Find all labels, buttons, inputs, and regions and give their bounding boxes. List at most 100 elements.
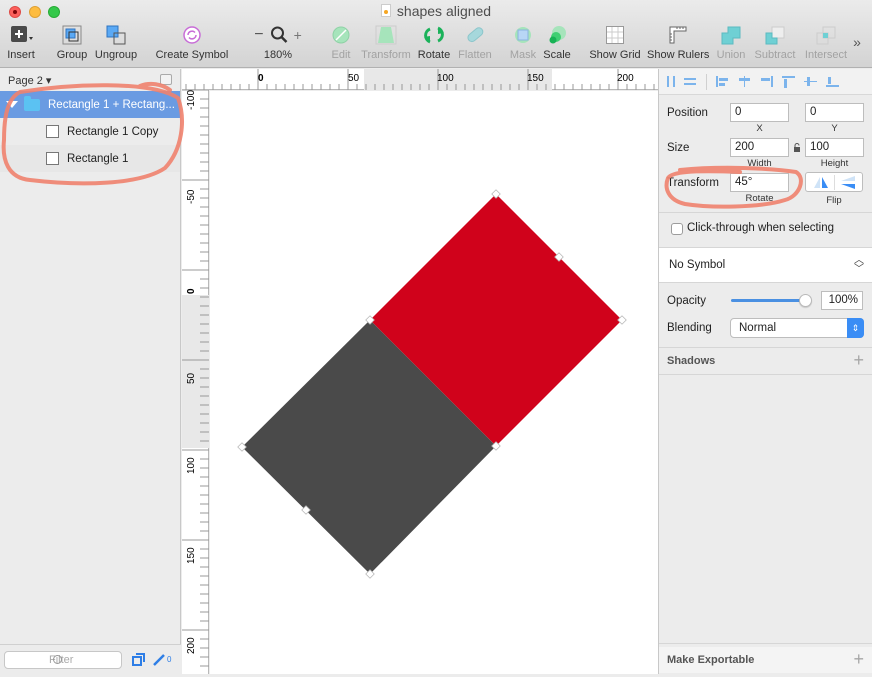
insert-button[interactable]: Insert xyxy=(6,24,36,64)
make-exportable-section[interactable]: Make Exportable + xyxy=(659,647,872,673)
flip-control xyxy=(805,172,863,192)
union-button[interactable]: Union xyxy=(716,24,746,64)
search-icon xyxy=(53,655,62,664)
width-field[interactable]: 200 xyxy=(730,138,789,157)
rotate-label: Rotate xyxy=(745,193,774,204)
disclosure-triangle-icon[interactable] xyxy=(6,101,18,108)
zoom-out-button[interactable]: − xyxy=(254,26,263,44)
ruler-label: 100 xyxy=(186,457,197,474)
resize-handle[interactable] xyxy=(237,442,247,452)
rotate-field[interactable]: 45° xyxy=(730,173,789,192)
divider xyxy=(706,73,707,90)
zoom-in-button[interactable]: + xyxy=(294,27,302,43)
canvas[interactable] xyxy=(210,91,658,674)
zoom-control: − + 180% xyxy=(250,24,306,64)
transform-button[interactable]: Transform xyxy=(360,24,412,64)
toolbar-overflow-button[interactable]: » xyxy=(849,34,865,74)
transform-label: Transform xyxy=(667,177,719,189)
divider xyxy=(659,212,872,213)
transform-label: Transform xyxy=(361,49,411,61)
mask-icon xyxy=(515,27,531,43)
intersect-icon xyxy=(816,26,836,45)
insert-icon xyxy=(11,26,33,42)
add-export-icon[interactable]: + xyxy=(853,649,864,670)
shadows-section[interactable]: Shadows + xyxy=(659,348,872,374)
align-left-icon[interactable] xyxy=(716,76,729,87)
show-grid-label: Show Grid xyxy=(589,49,641,61)
zoom-level: 180% xyxy=(263,49,293,61)
symbols-filter-icon[interactable] xyxy=(132,653,145,666)
horizontal-ruler-ticks: 0 50 100 150 200 xyxy=(185,69,664,90)
alignment-toolbar xyxy=(659,69,872,95)
position-label: Position xyxy=(667,107,708,119)
ruler-label: 150 xyxy=(186,547,197,564)
align-center-icon[interactable] xyxy=(738,76,751,87)
sidebar-footer: Filter 0 xyxy=(0,644,181,674)
group-label: Group xyxy=(56,49,88,61)
intersect-button[interactable]: Intersect xyxy=(803,24,849,64)
height-field[interactable]: 100 xyxy=(805,138,864,157)
ruler-label: -100 xyxy=(186,90,197,110)
opacity-slider-knob[interactable] xyxy=(799,294,812,307)
show-grid-button[interactable]: Show Grid xyxy=(588,24,642,64)
layer-group[interactable]: Rectangle 1 + Rectang... xyxy=(0,91,180,118)
x-label: X xyxy=(756,123,763,134)
filter-input[interactable]: Filter xyxy=(4,651,122,669)
insert-label: Insert xyxy=(7,49,35,61)
flip-horizontal-icon[interactable] xyxy=(812,176,830,189)
lock-icon[interactable] xyxy=(793,143,801,152)
ungroup-button[interactable]: Ungroup xyxy=(94,24,138,64)
rotate-label: Rotate xyxy=(417,49,451,61)
ruler-label: 0 xyxy=(186,288,197,294)
page-selector[interactable]: Page 2 ▾ xyxy=(0,69,180,91)
ruler-label: 0 xyxy=(258,73,264,84)
layer-rectangle-1[interactable]: Rectangle 1 xyxy=(0,145,180,172)
align-right-icon[interactable] xyxy=(760,76,773,87)
artboard xyxy=(237,189,627,579)
ruler-label: 50 xyxy=(186,372,197,384)
align-top-icon[interactable] xyxy=(782,76,795,88)
opacity-field[interactable]: 100% xyxy=(821,291,863,310)
union-icon xyxy=(721,26,741,45)
magnifier-icon[interactable] xyxy=(270,25,288,45)
grid-icon xyxy=(606,26,624,44)
updown-chevron-icon: ︿ ﹀ xyxy=(854,255,864,275)
add-shadow-icon[interactable]: + xyxy=(853,350,864,371)
height-label: Height xyxy=(820,158,849,169)
subtract-button[interactable]: Subtract xyxy=(753,24,797,64)
flatten-button[interactable]: Flatten xyxy=(456,24,494,64)
blending-select[interactable]: Normal ⇕ xyxy=(730,318,864,338)
group-button[interactable]: Group xyxy=(55,24,89,64)
position-y-field[interactable]: 0 xyxy=(805,103,864,122)
distribute-horizontal-icon[interactable] xyxy=(667,76,675,87)
create-symbol-button[interactable]: Create Symbol xyxy=(155,24,229,64)
scale-button[interactable]: Scale xyxy=(542,24,572,64)
flatten-icon xyxy=(467,27,484,43)
collapse-pages-button[interactable] xyxy=(160,74,172,85)
document-icon xyxy=(380,4,391,17)
opacity-label: Opacity xyxy=(667,295,706,307)
vertical-ruler[interactable]: -100 -50 0 50 100 150 200 xyxy=(182,89,209,676)
distribute-vertical-icon[interactable] xyxy=(684,76,697,87)
align-bottom-icon[interactable] xyxy=(826,76,839,87)
rotate-button[interactable]: Rotate xyxy=(416,24,452,64)
horizontal-ruler[interactable]: 0 50 100 150 200 xyxy=(182,69,664,90)
edit-button[interactable]: Edit xyxy=(328,24,354,64)
updown-chevron-icon: ⇕ xyxy=(847,318,864,338)
edit-icon xyxy=(332,26,350,44)
position-x-field[interactable]: 0 xyxy=(730,103,789,122)
intersect-label: Intersect xyxy=(804,49,848,61)
show-rulers-button[interactable]: Show Rulers xyxy=(647,24,709,64)
ruler-label: 50 xyxy=(348,73,360,84)
symbol-select[interactable]: No Symbol ︿ ﹀ xyxy=(659,247,872,283)
mask-label: Mask xyxy=(509,49,537,61)
slice-filter-icon[interactable] xyxy=(153,653,165,666)
click-through-checkbox[interactable] xyxy=(671,223,683,235)
opacity-slider-track[interactable] xyxy=(731,299,807,302)
layer-rectangle-1-copy[interactable]: Rectangle 1 Copy xyxy=(0,118,180,145)
align-middle-icon[interactable] xyxy=(804,76,817,87)
flip-vertical-icon[interactable] xyxy=(839,176,857,189)
mask-button[interactable]: Mask xyxy=(508,24,538,64)
create-symbol-label: Create Symbol xyxy=(155,49,229,61)
title-bar: shapes aligned Insert Group Ungroup Crea… xyxy=(0,0,872,68)
